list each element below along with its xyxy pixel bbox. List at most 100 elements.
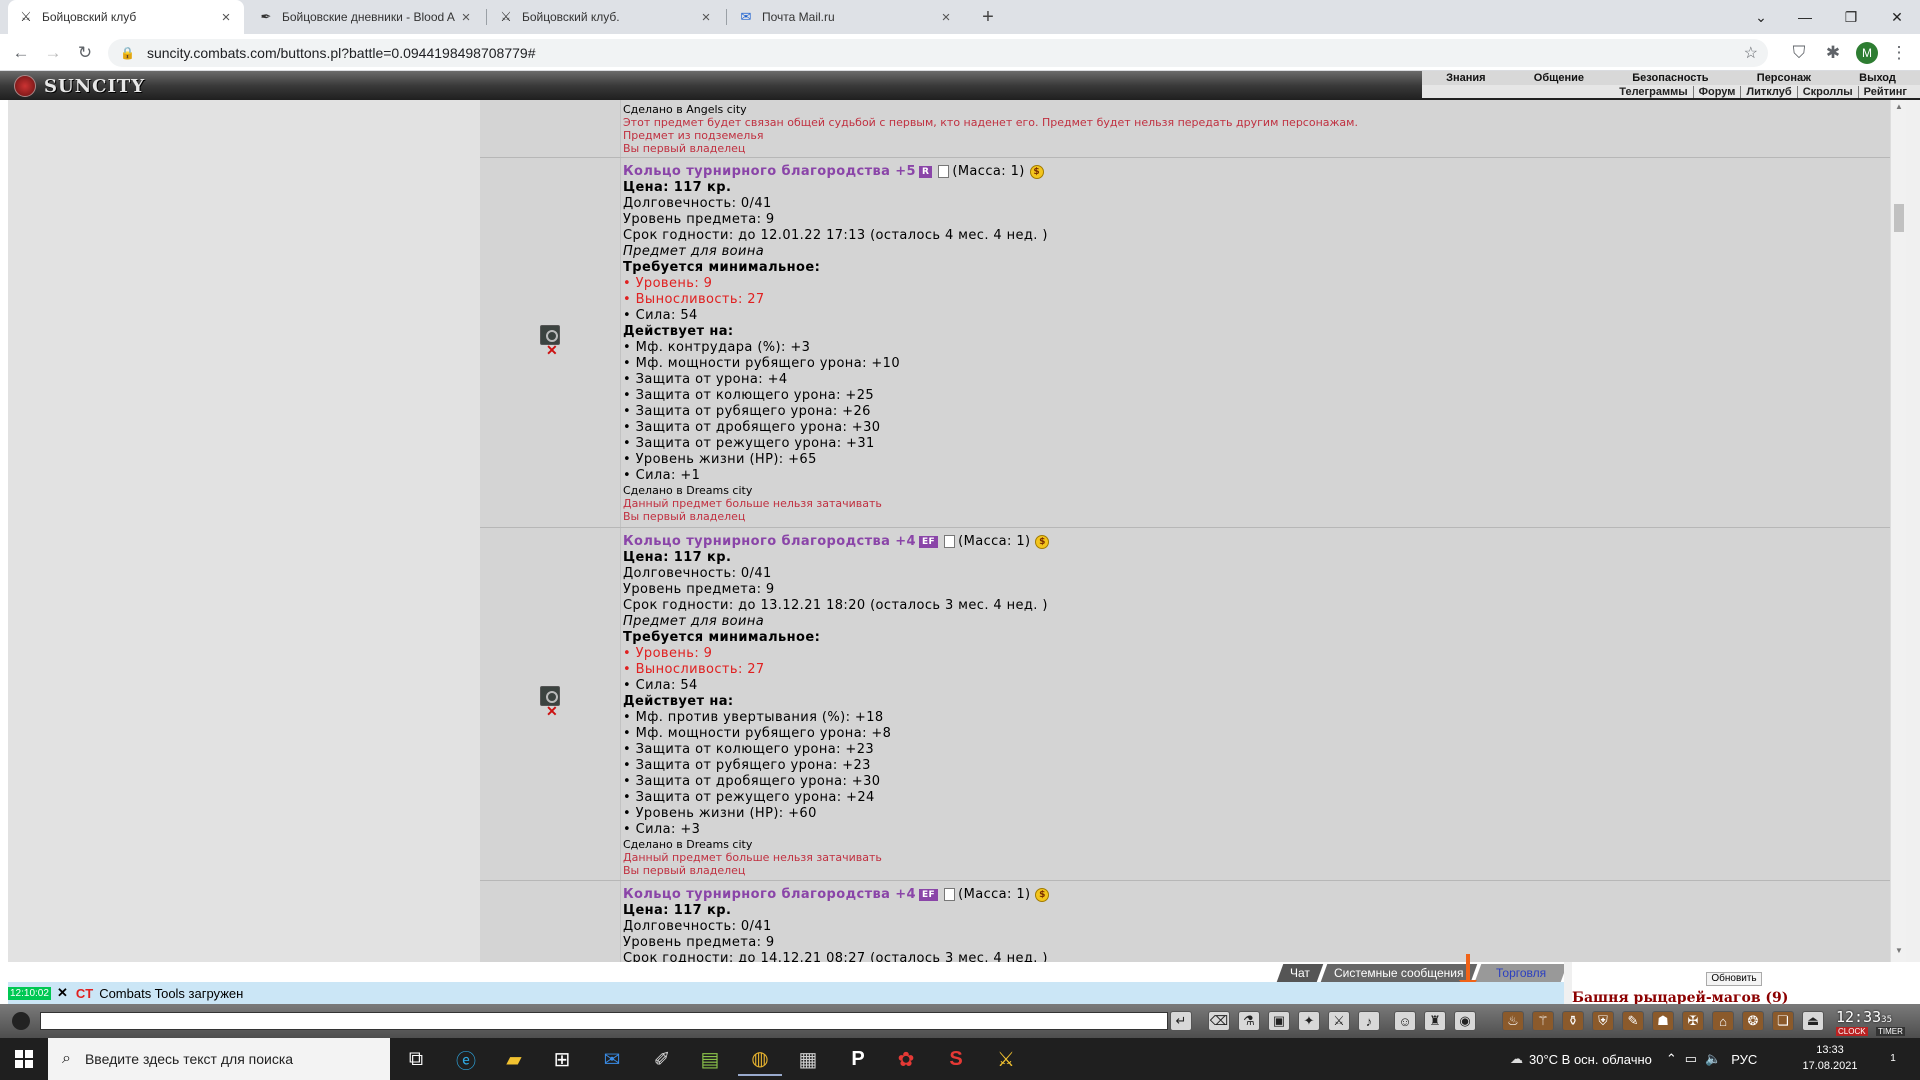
window-close-button[interactable]: ✕ <box>1874 0 1920 34</box>
scroll-up-arrow-icon[interactable]: ▲ <box>1891 102 1907 116</box>
close-icon[interactable]: ✕ <box>57 985 68 1001</box>
windows-start-icon[interactable] <box>0 1038 48 1080</box>
edge-icon[interactable]: ⓔ <box>444 1042 488 1076</box>
minimize-button[interactable]: — <box>1782 0 1828 34</box>
close-icon[interactable]: × <box>698 9 714 26</box>
submenu-scrolls[interactable]: Скроллы <box>1796 85 1858 98</box>
exit-icon[interactable]: ⏏ <box>1802 1011 1824 1031</box>
back-arrow-icon[interactable]: ← <box>8 40 34 66</box>
copy-icon[interactable] <box>938 165 950 178</box>
address-bar[interactable]: 🔒 suncity.combats.com/buttons.pl?battle=… <box>108 39 1768 67</box>
elixir-icon[interactable]: ⚱ <box>1562 1011 1584 1031</box>
potion-icon[interactable]: ⚚ <box>1532 1011 1554 1031</box>
submenu-litclub[interactable]: Литклуб <box>1740 85 1796 98</box>
message-time[interactable]: 12:10:02 <box>8 986 51 1000</box>
browser-tab-active[interactable]: ⚔ Бойцовский клуб × <box>8 0 244 34</box>
clan-icon[interactable]: ♜ <box>1424 1011 1446 1031</box>
chat-input[interactable] <box>40 1012 1168 1030</box>
eraser-icon[interactable]: ⌫ <box>1208 1011 1230 1031</box>
save-icon[interactable]: ▣ <box>1268 1011 1290 1031</box>
menu-item-knowledge[interactable]: Знания <box>1440 72 1491 84</box>
menu-item-security[interactable]: Безопасность <box>1626 72 1714 84</box>
fighter-icon[interactable]: ✦ <box>1298 1011 1320 1031</box>
scroll-thumb[interactable] <box>1894 204 1904 232</box>
notepad-icon[interactable]: ▤ <box>688 1042 732 1076</box>
menu-item-character[interactable]: Персонаж <box>1751 72 1817 84</box>
scroll-icon[interactable]: ✎ <box>1622 1011 1644 1031</box>
sound-icon[interactable]: ♪ <box>1358 1011 1380 1031</box>
delete-icon[interactable]: ✕ <box>546 343 558 357</box>
new-tab-button[interactable]: + <box>976 6 1000 30</box>
solidworks-icon[interactable]: S <box>934 1042 978 1076</box>
menu-item-exit[interactable]: Выход <box>1853 72 1902 84</box>
task-view-icon[interactable]: ⧉ <box>394 1042 438 1076</box>
profile-avatar[interactable]: M <box>1856 42 1878 64</box>
timer-label[interactable]: TIMER <box>1876 1027 1905 1036</box>
taskbar-clock[interactable]: 13:33 17.08.2021 <box>1798 1042 1862 1074</box>
chest-icon[interactable]: ⌂ <box>1712 1011 1734 1031</box>
chat-scrollbar[interactable] <box>1564 962 1572 1004</box>
book-icon[interactable]: ❏ <box>1772 1011 1794 1031</box>
volume-icon[interactable]: 🔈 <box>1705 1051 1721 1067</box>
menu-item-communication[interactable]: Общение <box>1528 72 1590 84</box>
parking-app-icon[interactable]: P <box>836 1042 880 1076</box>
network-icon[interactable]: ▭ <box>1685 1051 1697 1067</box>
calculator-icon[interactable]: ▦ <box>786 1042 830 1076</box>
copy-icon[interactable] <box>944 888 956 901</box>
forward-arrow-icon[interactable]: → <box>40 40 66 66</box>
browser-tab[interactable]: ⚔ Бойцовский клуб. × <box>488 0 724 34</box>
shield-icon[interactable]: ⛨ <box>1592 1011 1614 1031</box>
restore-button[interactable]: ❐ <box>1828 0 1874 34</box>
chevron-up-icon[interactable]: ⌃ <box>1666 1051 1677 1067</box>
submenu-rating[interactable]: Рейтинг <box>1857 85 1912 98</box>
huawei-icon[interactable]: ✿ <box>884 1042 928 1076</box>
file-explorer-icon[interactable]: ▰ <box>492 1042 536 1076</box>
item-name[interactable]: Кольцо турнирного благородства +5 <box>623 164 916 179</box>
reload-icon[interactable]: ↻ <box>72 40 98 66</box>
submenu-telegrams[interactable]: Телеграммы <box>1614 86 1692 98</box>
store-icon[interactable]: ⊞ <box>540 1042 584 1076</box>
tab-label: Бойцовский клуб <box>42 10 137 24</box>
close-icon[interactable]: × <box>938 9 954 26</box>
notifications-icon[interactable]: 1 <box>1880 1048 1906 1070</box>
pen-icon[interactable]: ✐ <box>640 1042 684 1076</box>
tab-system-messages[interactable]: Системные сообщения <box>1320 964 1478 982</box>
copy-icon[interactable] <box>944 535 956 548</box>
mail-app-icon[interactable]: ✉ <box>590 1042 634 1076</box>
star-icon[interactable]: ☆ <box>1744 43 1758 63</box>
delete-icon[interactable]: ✕ <box>546 704 558 718</box>
rune-icon[interactable]: ✠ <box>1682 1011 1704 1031</box>
clock-label[interactable]: CLOCK <box>1836 1027 1868 1036</box>
mask-icon[interactable]: ☗ <box>1652 1011 1674 1031</box>
inventory-scrollbar[interactable]: ▲ ▼ <box>1890 100 1906 962</box>
close-icon[interactable]: × <box>218 9 234 26</box>
shield-extension-icon[interactable]: ⛉ <box>1786 40 1812 66</box>
filter-icon[interactable]: ⚗ <box>1238 1011 1260 1031</box>
tab-chat[interactable]: Чат <box>1276 964 1324 982</box>
gear-icon[interactable]: ❂ <box>1742 1011 1764 1031</box>
menu-kebab-icon[interactable]: ⋮ <box>1886 40 1912 66</box>
weather-text[interactable]: 30°C В осн. облачно <box>1529 1052 1652 1067</box>
enter-icon[interactable]: ↵ <box>1170 1011 1192 1031</box>
combats-app-icon[interactable]: ⚔ <box>984 1042 1028 1076</box>
close-icon[interactable]: × <box>458 9 474 26</box>
scroll-down-arrow-icon[interactable]: ▼ <box>1891 946 1907 960</box>
swords-icon[interactable]: ⚔ <box>1328 1011 1350 1031</box>
refresh-button[interactable]: Обновить <box>1706 972 1762 986</box>
taskbar-search[interactable]: ⌕ Введите здесь текст для поиска <box>48 1038 390 1080</box>
browser-tab[interactable]: ✒ Бойцовские дневники - Blood A × <box>248 0 484 34</box>
tab-trade[interactable]: Торговля <box>1474 964 1568 982</box>
item-name[interactable]: Кольцо турнирного благородства +4 <box>623 534 916 549</box>
chrome-icon[interactable]: ◍ <box>738 1042 782 1076</box>
language-indicator[interactable]: РУС <box>1731 1052 1757 1067</box>
inventory-list[interactable]: Сделано в Angels city Этот предмет будет… <box>480 100 1890 962</box>
smiley-icon[interactable] <box>12 1012 30 1030</box>
browser-tab[interactable]: ✉ Почта Mail.ru × <box>728 0 964 34</box>
puzzle-extensions-icon[interactable]: ✱ <box>1820 40 1846 66</box>
item-name[interactable]: Кольцо турнирного благородства +4 <box>623 887 916 902</box>
submenu-forum[interactable]: Форум <box>1692 85 1741 98</box>
tab-search-icon[interactable]: ⌄ <box>1738 0 1784 34</box>
smile-icon[interactable]: ☺ <box>1394 1011 1416 1031</box>
clock-icon[interactable]: ◉ <box>1454 1011 1476 1031</box>
bag-icon[interactable]: ♨ <box>1502 1011 1524 1031</box>
